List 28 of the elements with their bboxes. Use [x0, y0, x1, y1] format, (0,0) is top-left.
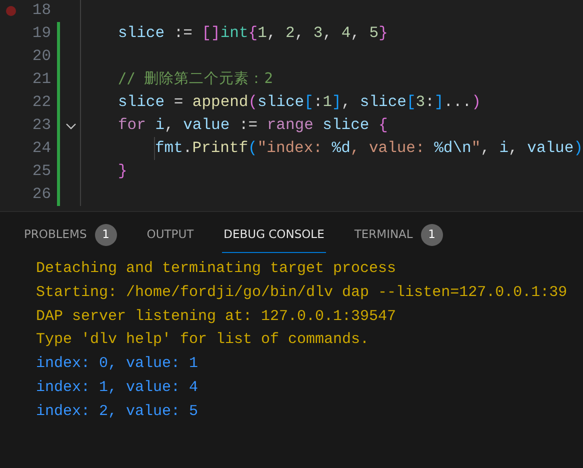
line-number: 26: [31, 184, 51, 205]
console-line: DAP server listening at: 127.0.0.1:39547: [36, 306, 396, 327]
line-number: 21: [31, 68, 51, 90]
panel-tab[interactable]: PROBLEMS 1: [22, 220, 119, 253]
console-line: index: 1, value: 4: [36, 378, 198, 398]
code-line: slice := []int{1, 2, 3, 4, 5}: [118, 22, 388, 44]
console-line: Type 'dlv help' for list of commands.: [36, 330, 370, 350]
code-line: }: [118, 160, 128, 182]
count-badge: 1: [420, 224, 443, 246]
line-number: 18: [31, 0, 51, 21]
panel-tab[interactable]: TERMINAL 1: [352, 220, 445, 253]
panel-tab[interactable]: OUTPUT: [144, 220, 196, 253]
code-line: for i, value := range slice {: [118, 114, 388, 136]
line-number: 22: [31, 92, 51, 113]
console-line: Detaching and terminating target process: [36, 259, 396, 279]
line-number: 24: [31, 138, 51, 159]
code-line: fmt.Printf("index: %d, value: %d\n", i, value): [155, 138, 583, 159]
line-number: 25: [31, 160, 51, 182]
console-line: Starting: /home/fordji/go/bin/dlv dap --listen=127.0.0.1:39: [36, 282, 568, 303]
console-line: index: 0, value: 1: [36, 354, 198, 374]
code-line: // 删除第二个元素：2: [118, 70, 273, 89]
panel-tab[interactable]: DEBUG CONSOLE: [222, 220, 326, 253]
line-number: 23: [31, 114, 51, 136]
count-badge: 1: [94, 224, 117, 246]
line-number: 20: [31, 46, 51, 67]
line-number: 19: [31, 22, 51, 44]
code-line: slice = append(slice[:1], slice[3:]...): [118, 92, 481, 113]
console-line: index: 2, value: 5: [36, 402, 198, 422]
